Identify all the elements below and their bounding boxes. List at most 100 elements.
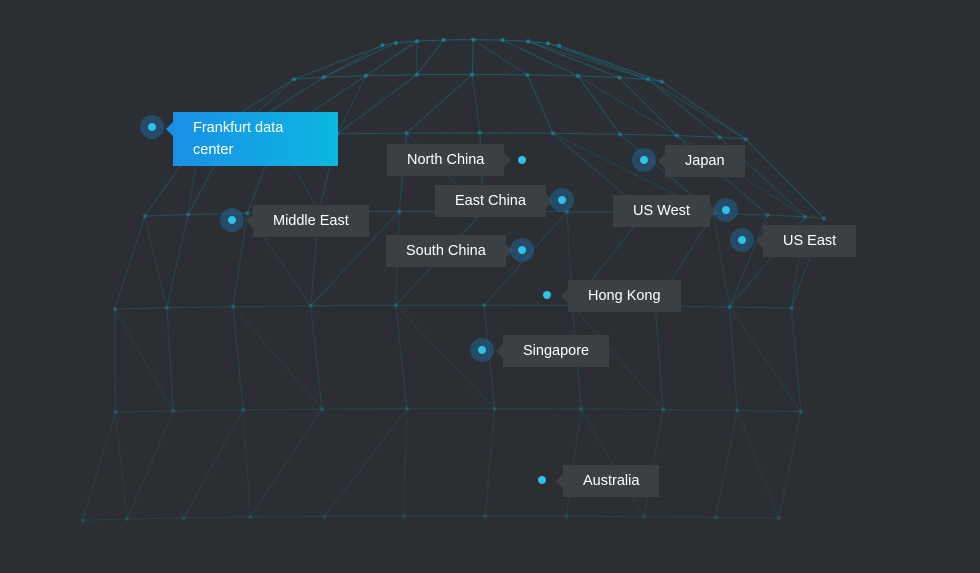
marker-singapore[interactable] bbox=[470, 338, 494, 362]
globe-node bbox=[661, 407, 666, 412]
globe-node bbox=[470, 72, 475, 77]
globe-line bbox=[233, 305, 311, 308]
marker-australia[interactable] bbox=[530, 468, 554, 492]
label-north-china[interactable]: North China bbox=[387, 144, 512, 176]
globe-line bbox=[552, 132, 620, 135]
label-us-west[interactable]: US West bbox=[613, 195, 717, 227]
globe-line bbox=[173, 409, 244, 412]
marker-north-china[interactable] bbox=[510, 148, 534, 172]
globe-node bbox=[789, 306, 794, 311]
globe-node bbox=[241, 407, 246, 412]
globe-network-graphic bbox=[80, 37, 826, 523]
marker-east-china[interactable] bbox=[550, 188, 574, 212]
globe-node bbox=[404, 131, 409, 136]
globe-node bbox=[798, 409, 803, 414]
globe-node bbox=[545, 41, 550, 46]
globe-line bbox=[416, 39, 444, 42]
globe-line bbox=[114, 309, 116, 413]
globe-line bbox=[719, 136, 746, 140]
globe-line bbox=[715, 516, 779, 519]
globe-node bbox=[727, 305, 732, 309]
globe-node bbox=[617, 75, 622, 80]
globe-node bbox=[717, 135, 722, 140]
label-australia[interactable]: Australia bbox=[555, 465, 660, 497]
marker-south-china[interactable] bbox=[510, 238, 534, 262]
globe-line bbox=[166, 306, 234, 309]
globe-line bbox=[183, 516, 251, 519]
marker-hong-kong[interactable] bbox=[535, 283, 559, 307]
globe-line bbox=[471, 39, 474, 75]
globe-node bbox=[713, 515, 718, 520]
globe-line bbox=[654, 305, 664, 410]
globe-node bbox=[401, 514, 406, 519]
globe-node bbox=[492, 406, 497, 411]
globe-node bbox=[500, 38, 505, 43]
globe-line bbox=[729, 306, 738, 411]
globe-line bbox=[115, 410, 174, 413]
globe-line bbox=[647, 78, 746, 140]
globe-node bbox=[477, 130, 482, 135]
label-east-china[interactable]: East China bbox=[435, 185, 553, 217]
marker-dot bbox=[558, 196, 566, 204]
globe-node bbox=[441, 38, 446, 42]
label-us-east[interactable]: US East bbox=[755, 225, 857, 257]
globe-node bbox=[80, 518, 85, 523]
globe-node bbox=[308, 303, 313, 308]
globe-line bbox=[676, 135, 720, 138]
marker-japan[interactable] bbox=[632, 148, 656, 172]
globe-line bbox=[144, 215, 168, 308]
globe-line bbox=[365, 40, 418, 77]
label-frankfurt[interactable]: Frankfurt data center bbox=[166, 112, 338, 166]
label-middle-east[interactable]: Middle East bbox=[246, 205, 369, 237]
globe-line bbox=[324, 408, 408, 517]
globe-line bbox=[395, 40, 417, 44]
globe-line bbox=[82, 518, 128, 521]
globe-node bbox=[414, 39, 419, 44]
globe-line bbox=[114, 215, 146, 310]
globe-node bbox=[646, 77, 650, 82]
marker-us-east[interactable] bbox=[730, 228, 754, 252]
marker-frankfurt[interactable] bbox=[140, 115, 164, 139]
marker-dot bbox=[228, 216, 236, 224]
globe-line bbox=[471, 74, 481, 133]
marker-us-west[interactable] bbox=[714, 198, 738, 222]
marker-dot bbox=[148, 123, 156, 131]
globe-line bbox=[805, 216, 825, 219]
globe-node bbox=[557, 43, 562, 48]
marker-dot bbox=[640, 156, 648, 164]
globe-line bbox=[183, 409, 244, 519]
globe-node bbox=[659, 79, 664, 84]
globe-line bbox=[232, 306, 244, 410]
globe-node bbox=[171, 408, 176, 413]
globe-line bbox=[365, 74, 417, 77]
globe-node bbox=[393, 40, 398, 45]
marker-middle-east[interactable] bbox=[220, 208, 244, 232]
globe-node bbox=[482, 303, 487, 308]
globe-line bbox=[663, 409, 738, 411]
globe-line bbox=[581, 408, 664, 411]
globe-line bbox=[661, 81, 746, 140]
globe-node bbox=[525, 72, 530, 77]
marker-dot bbox=[518, 246, 526, 254]
globe-node bbox=[181, 515, 186, 520]
globe-line bbox=[336, 74, 418, 135]
globe-node bbox=[321, 75, 326, 80]
globe-line bbox=[619, 133, 677, 136]
label-japan[interactable]: Japan bbox=[658, 145, 745, 177]
globe-node bbox=[579, 407, 584, 411]
globe-line bbox=[547, 42, 649, 80]
globe-line bbox=[166, 214, 189, 308]
globe-node bbox=[125, 517, 130, 521]
globe-node bbox=[803, 214, 808, 219]
globe-line bbox=[310, 304, 396, 307]
label-south-china[interactable]: South China bbox=[386, 235, 513, 267]
globe-line bbox=[577, 75, 621, 135]
label-singapore[interactable]: Singapore bbox=[495, 335, 610, 367]
globe-node bbox=[380, 43, 385, 48]
label-hong-kong[interactable]: Hong Kong bbox=[561, 280, 681, 312]
globe-node bbox=[735, 408, 740, 413]
globe-node bbox=[164, 305, 169, 310]
globe-line bbox=[580, 408, 645, 517]
globe-line bbox=[114, 308, 174, 412]
globe-line bbox=[737, 409, 801, 413]
